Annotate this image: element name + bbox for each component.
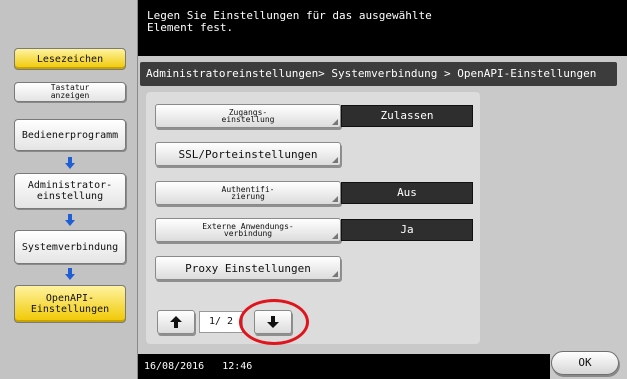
status-date: 16/08/2016 (144, 361, 205, 372)
corner-icon (332, 233, 338, 239)
external-app-connection-value: Ja (341, 219, 473, 241)
corner-icon (332, 196, 338, 202)
page-up-button[interactable] (157, 310, 195, 334)
sidebar-item-administrator-settings[interactable]: Administrator- einstellung (14, 173, 126, 209)
show-keyboard-button[interactable]: Tastatur anzeigen (14, 82, 126, 102)
bookmark-button[interactable]: Lesezeichen (14, 48, 126, 70)
ssl-port-settings-button[interactable]: SSL/Porteinstellungen (155, 142, 341, 166)
arrow-down-icon (65, 268, 75, 280)
authentication-button[interactable]: Authentifi- zierung (155, 181, 341, 205)
arrow-down-icon (65, 157, 75, 169)
sidebar-item-openapi-settings[interactable]: OpenAPI- Einstellungen (14, 285, 126, 323)
proxy-settings-label: Proxy Einstellungen (185, 261, 311, 275)
page-indicator: 1/ 2 (199, 311, 243, 333)
sidebar-item-system-connection[interactable]: Systemverbindung (14, 230, 126, 264)
breadcrumb: Administratoreinstellungen> Systemverbin… (140, 62, 617, 86)
corner-icon (332, 271, 338, 277)
status-bar: 16/08/2016 12:46 (138, 354, 550, 379)
ssl-port-settings-label: SSL/Porteinstellungen (178, 147, 318, 161)
access-setting-label: Zugangs- einstellung (221, 108, 275, 124)
highlight-circle (239, 299, 309, 345)
external-app-connection-label: Externe Anwendungs- verbindung (202, 222, 294, 238)
corner-icon (332, 157, 338, 163)
access-setting-value: Zulassen (341, 105, 473, 127)
status-time: 12:46 (222, 361, 253, 372)
external-app-connection-button[interactable]: Externe Anwendungs- verbindung (155, 218, 341, 242)
authentication-label: Authentifi- zierung (221, 185, 275, 201)
proxy-settings-button[interactable]: Proxy Einstellungen (155, 256, 341, 280)
instruction-message: Legen Sie Einstellungen für das ausgewäh… (138, 0, 627, 56)
corner-icon (332, 119, 338, 125)
access-setting-button[interactable]: Zugangs- einstellung (155, 104, 341, 128)
screen: Lesezeichen Tastatur anzeigen Bedienerpr… (0, 0, 627, 379)
ok-button[interactable]: OK (551, 351, 619, 375)
authentication-value: Aus (341, 182, 473, 204)
arrow-up-icon (170, 316, 182, 328)
sidebar-item-operator-program[interactable]: Bedienerprogramm (14, 119, 126, 151)
arrow-down-icon (65, 214, 75, 226)
